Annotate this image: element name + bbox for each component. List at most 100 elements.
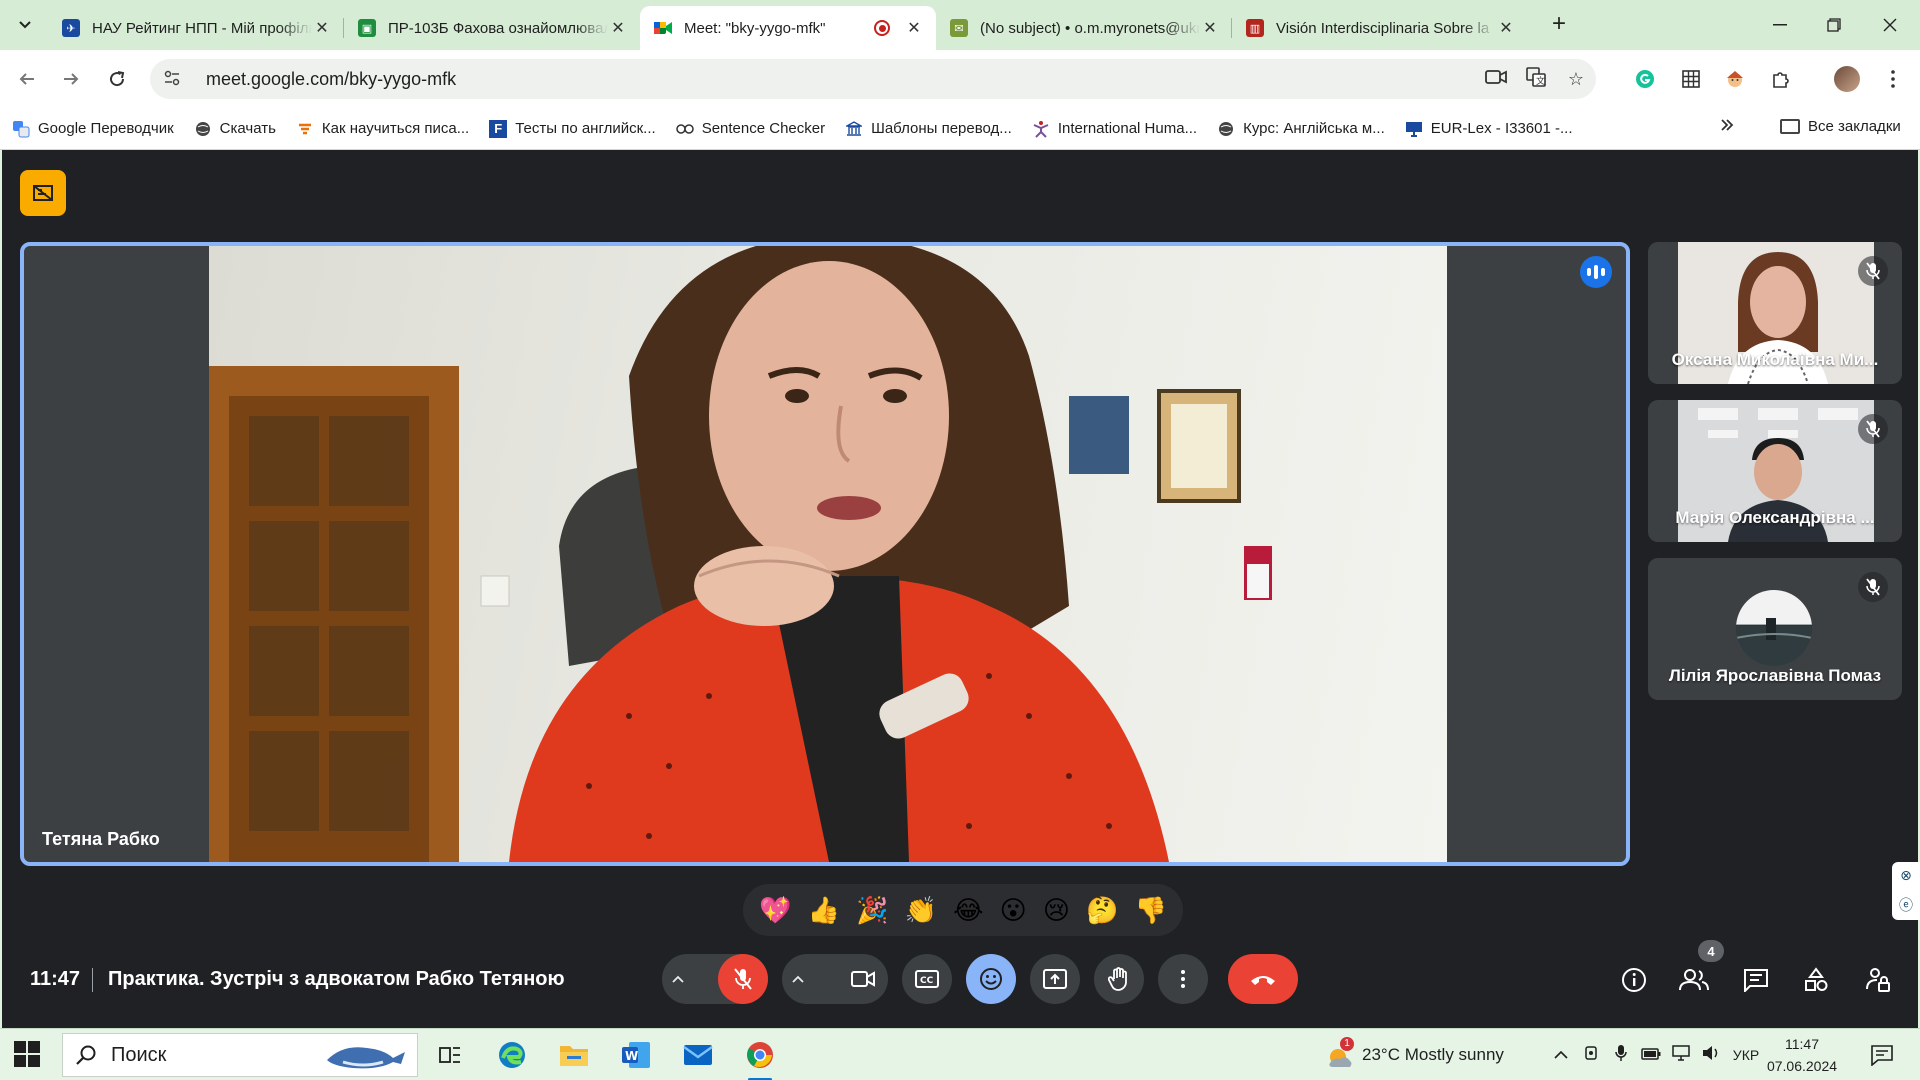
people-icon — [1679, 969, 1709, 991]
camera-in-use-icon[interactable] — [1476, 69, 1516, 90]
participant-count-badge: 4 — [1698, 940, 1724, 962]
tab-4[interactable]: ✉ (No subject) • o.m.myronets@ukr.net ✕ — [936, 6, 1232, 50]
bookmark-international-human[interactable]: International Huma... — [1032, 120, 1197, 138]
bookmark-english-course[interactable]: Курс: Англійська м... — [1217, 120, 1385, 138]
close-icon[interactable]: ✕ — [312, 18, 332, 38]
reaction-party[interactable]: 🎉 — [856, 895, 888, 926]
tab-5[interactable]: ▥ Visión Interdisciplinaria Sobre la ✕ — [1232, 6, 1528, 50]
participant-name: Лілія Ярославівна Помаз — [1668, 666, 1882, 685]
mail-app-icon[interactable] — [678, 1035, 718, 1075]
bookmark-download[interactable]: Скачать — [194, 120, 276, 138]
reaction-heart[interactable]: 💖 — [759, 895, 791, 926]
weather-widget[interactable]: 1 23°C Mostly sunny — [1326, 1029, 1504, 1080]
bookmark-learn-writing[interactable]: Как научиться писа... — [296, 120, 469, 138]
main-participant-tile[interactable]: Тетяна Рабко — [20, 242, 1630, 866]
site-settings-icon[interactable] — [164, 70, 186, 89]
task-view-icon[interactable] — [430, 1035, 470, 1075]
close-icon[interactable]: ✕ — [608, 18, 628, 38]
edge-browser-icon[interactable] — [492, 1035, 532, 1075]
bookmark-sentence-checker[interactable]: Sentence Checker — [675, 120, 825, 138]
bookmark-eur-lex[interactable]: EUR-Lex - I33601 -... — [1405, 120, 1573, 138]
speaking-indicator-icon — [1580, 256, 1612, 288]
reaction-thinking[interactable]: 🤔 — [1086, 895, 1118, 926]
weather-text: 23°C Mostly sunny — [1362, 1045, 1504, 1064]
reaction-clap[interactable]: 👏 — [905, 895, 937, 926]
meeting-details-button[interactable] — [1616, 962, 1652, 998]
address-bar[interactable]: meet.google.com/bky-yygo-mfk 文 ☆ — [150, 59, 1596, 99]
tab-strip: ✈ НАУ Рейтинг НПП - Мій профіль ✕ ▣ ПР-1… — [0, 0, 1920, 50]
all-bookmarks-button[interactable]: Все закладки — [1780, 118, 1901, 135]
taskbar-clock[interactable]: 11:47 07.06.2024 — [1756, 1033, 1848, 1077]
word-icon[interactable]: W — [616, 1035, 656, 1075]
host-controls-button[interactable] — [1860, 962, 1896, 998]
file-explorer-icon[interactable] — [554, 1035, 594, 1075]
participant-tile-1[interactable]: Оксана Миколаївна Ми... — [1648, 242, 1902, 384]
close-icon[interactable]: ✕ — [1496, 18, 1516, 38]
tab-2[interactable]: ▣ ПР-103Б Фахова ознайомлювальна ✕ — [344, 6, 640, 50]
chevron-up-icon[interactable] — [792, 972, 804, 986]
tab-search-button[interactable] — [10, 10, 40, 40]
back-button[interactable] — [12, 64, 42, 94]
participant-tile-3[interactable]: Лілія Ярославівна Помаз — [1648, 558, 1902, 700]
participant-tile-2[interactable]: Марія Олександрівна ... — [1648, 400, 1902, 542]
windows-start-icon[interactable] — [14, 1041, 40, 1067]
bookmark-google-translate[interactable]: Google Переводчик — [12, 120, 174, 138]
grammarly-icon[interactable] — [1630, 64, 1660, 94]
reload-button[interactable] — [102, 64, 132, 94]
reaction-thumbs-up[interactable]: 👍 — [808, 895, 840, 926]
profile-avatar[interactable] — [1834, 66, 1860, 92]
tab-3-meet[interactable]: Meet: "bky-yygo-mfk" ✕ — [640, 6, 936, 50]
leave-call-button[interactable] — [1228, 954, 1298, 1004]
e-circle-icon[interactable]: ⓔ — [1899, 895, 1913, 915]
minimize-button[interactable] — [1752, 0, 1808, 50]
close-circle-icon[interactable]: ⊗ — [1900, 867, 1912, 884]
camera-toggle-button[interactable] — [838, 954, 888, 1004]
network-icon[interactable] — [1666, 1044, 1696, 1066]
menu-kebab-icon[interactable] — [1878, 64, 1908, 94]
bookmark-translation-templates[interactable]: Шаблоны перевод... — [845, 120, 1012, 138]
participant-name: Тетяна Рабко — [42, 829, 160, 849]
search-icon — [76, 1045, 96, 1065]
tab-1[interactable]: ✈ НАУ Рейтинг НПП - Мій профіль ✕ — [48, 6, 344, 50]
reactions-button[interactable] — [966, 954, 1016, 1004]
reaction-surprised[interactable]: 😮 — [1000, 895, 1027, 926]
more-bookmarks-button[interactable] — [1720, 116, 1734, 137]
microphone-icon[interactable] — [1606, 1044, 1636, 1067]
chrome-taskbar-icon[interactable] — [740, 1035, 780, 1080]
more-options-button[interactable] — [1158, 954, 1208, 1004]
close-icon[interactable]: ✕ — [904, 18, 924, 38]
notifications-icon[interactable] — [1862, 1035, 1902, 1075]
forward-button[interactable] — [56, 64, 86, 94]
chevron-up-icon[interactable] — [672, 972, 684, 986]
chevron-up-icon[interactable] — [1546, 1045, 1576, 1065]
device-icon[interactable] — [1576, 1045, 1606, 1066]
reaction-laugh[interactable]: 😂 — [953, 895, 983, 926]
captions-button[interactable]: CC — [902, 954, 952, 1004]
chat-button[interactable] — [1738, 962, 1774, 998]
present-screen-button[interactable] — [1030, 954, 1080, 1004]
restore-button[interactable] — [1806, 0, 1862, 50]
bookmark-english-tests[interactable]: F Тесты по английск... — [489, 119, 656, 138]
translate-icon[interactable]: 文 — [1516, 66, 1556, 92]
recording-indicator[interactable] — [20, 170, 66, 216]
grid-extension-icon[interactable] — [1676, 64, 1706, 94]
reaction-sad[interactable]: 😢 — [1043, 895, 1070, 926]
puzzle-icon[interactable] — [1766, 64, 1796, 94]
reaction-thumbs-down[interactable]: 👎 — [1135, 895, 1167, 926]
hand-icon — [1108, 967, 1127, 991]
volume-icon[interactable] — [1696, 1045, 1726, 1066]
raise-hand-button[interactable] — [1094, 954, 1144, 1004]
people-button[interactable] — [1676, 962, 1712, 998]
mute-toggle-button[interactable] — [718, 954, 768, 1004]
activities-icon — [1805, 967, 1828, 991]
close-window-button[interactable] — [1862, 0, 1918, 50]
bookmark-star-icon[interactable]: ☆ — [1556, 69, 1596, 90]
character-extension-icon[interactable] — [1720, 64, 1750, 94]
close-icon[interactable]: ✕ — [1200, 18, 1220, 38]
new-tab-button[interactable]: + — [1544, 10, 1574, 40]
tab-title: Meet: "bky-yygo-mfk" — [684, 19, 826, 37]
taskbar-search-input[interactable]: Поиск — [62, 1033, 418, 1077]
battery-icon[interactable] — [1636, 1045, 1666, 1065]
activities-button[interactable] — [1798, 962, 1834, 998]
mic-control — [662, 954, 768, 1004]
